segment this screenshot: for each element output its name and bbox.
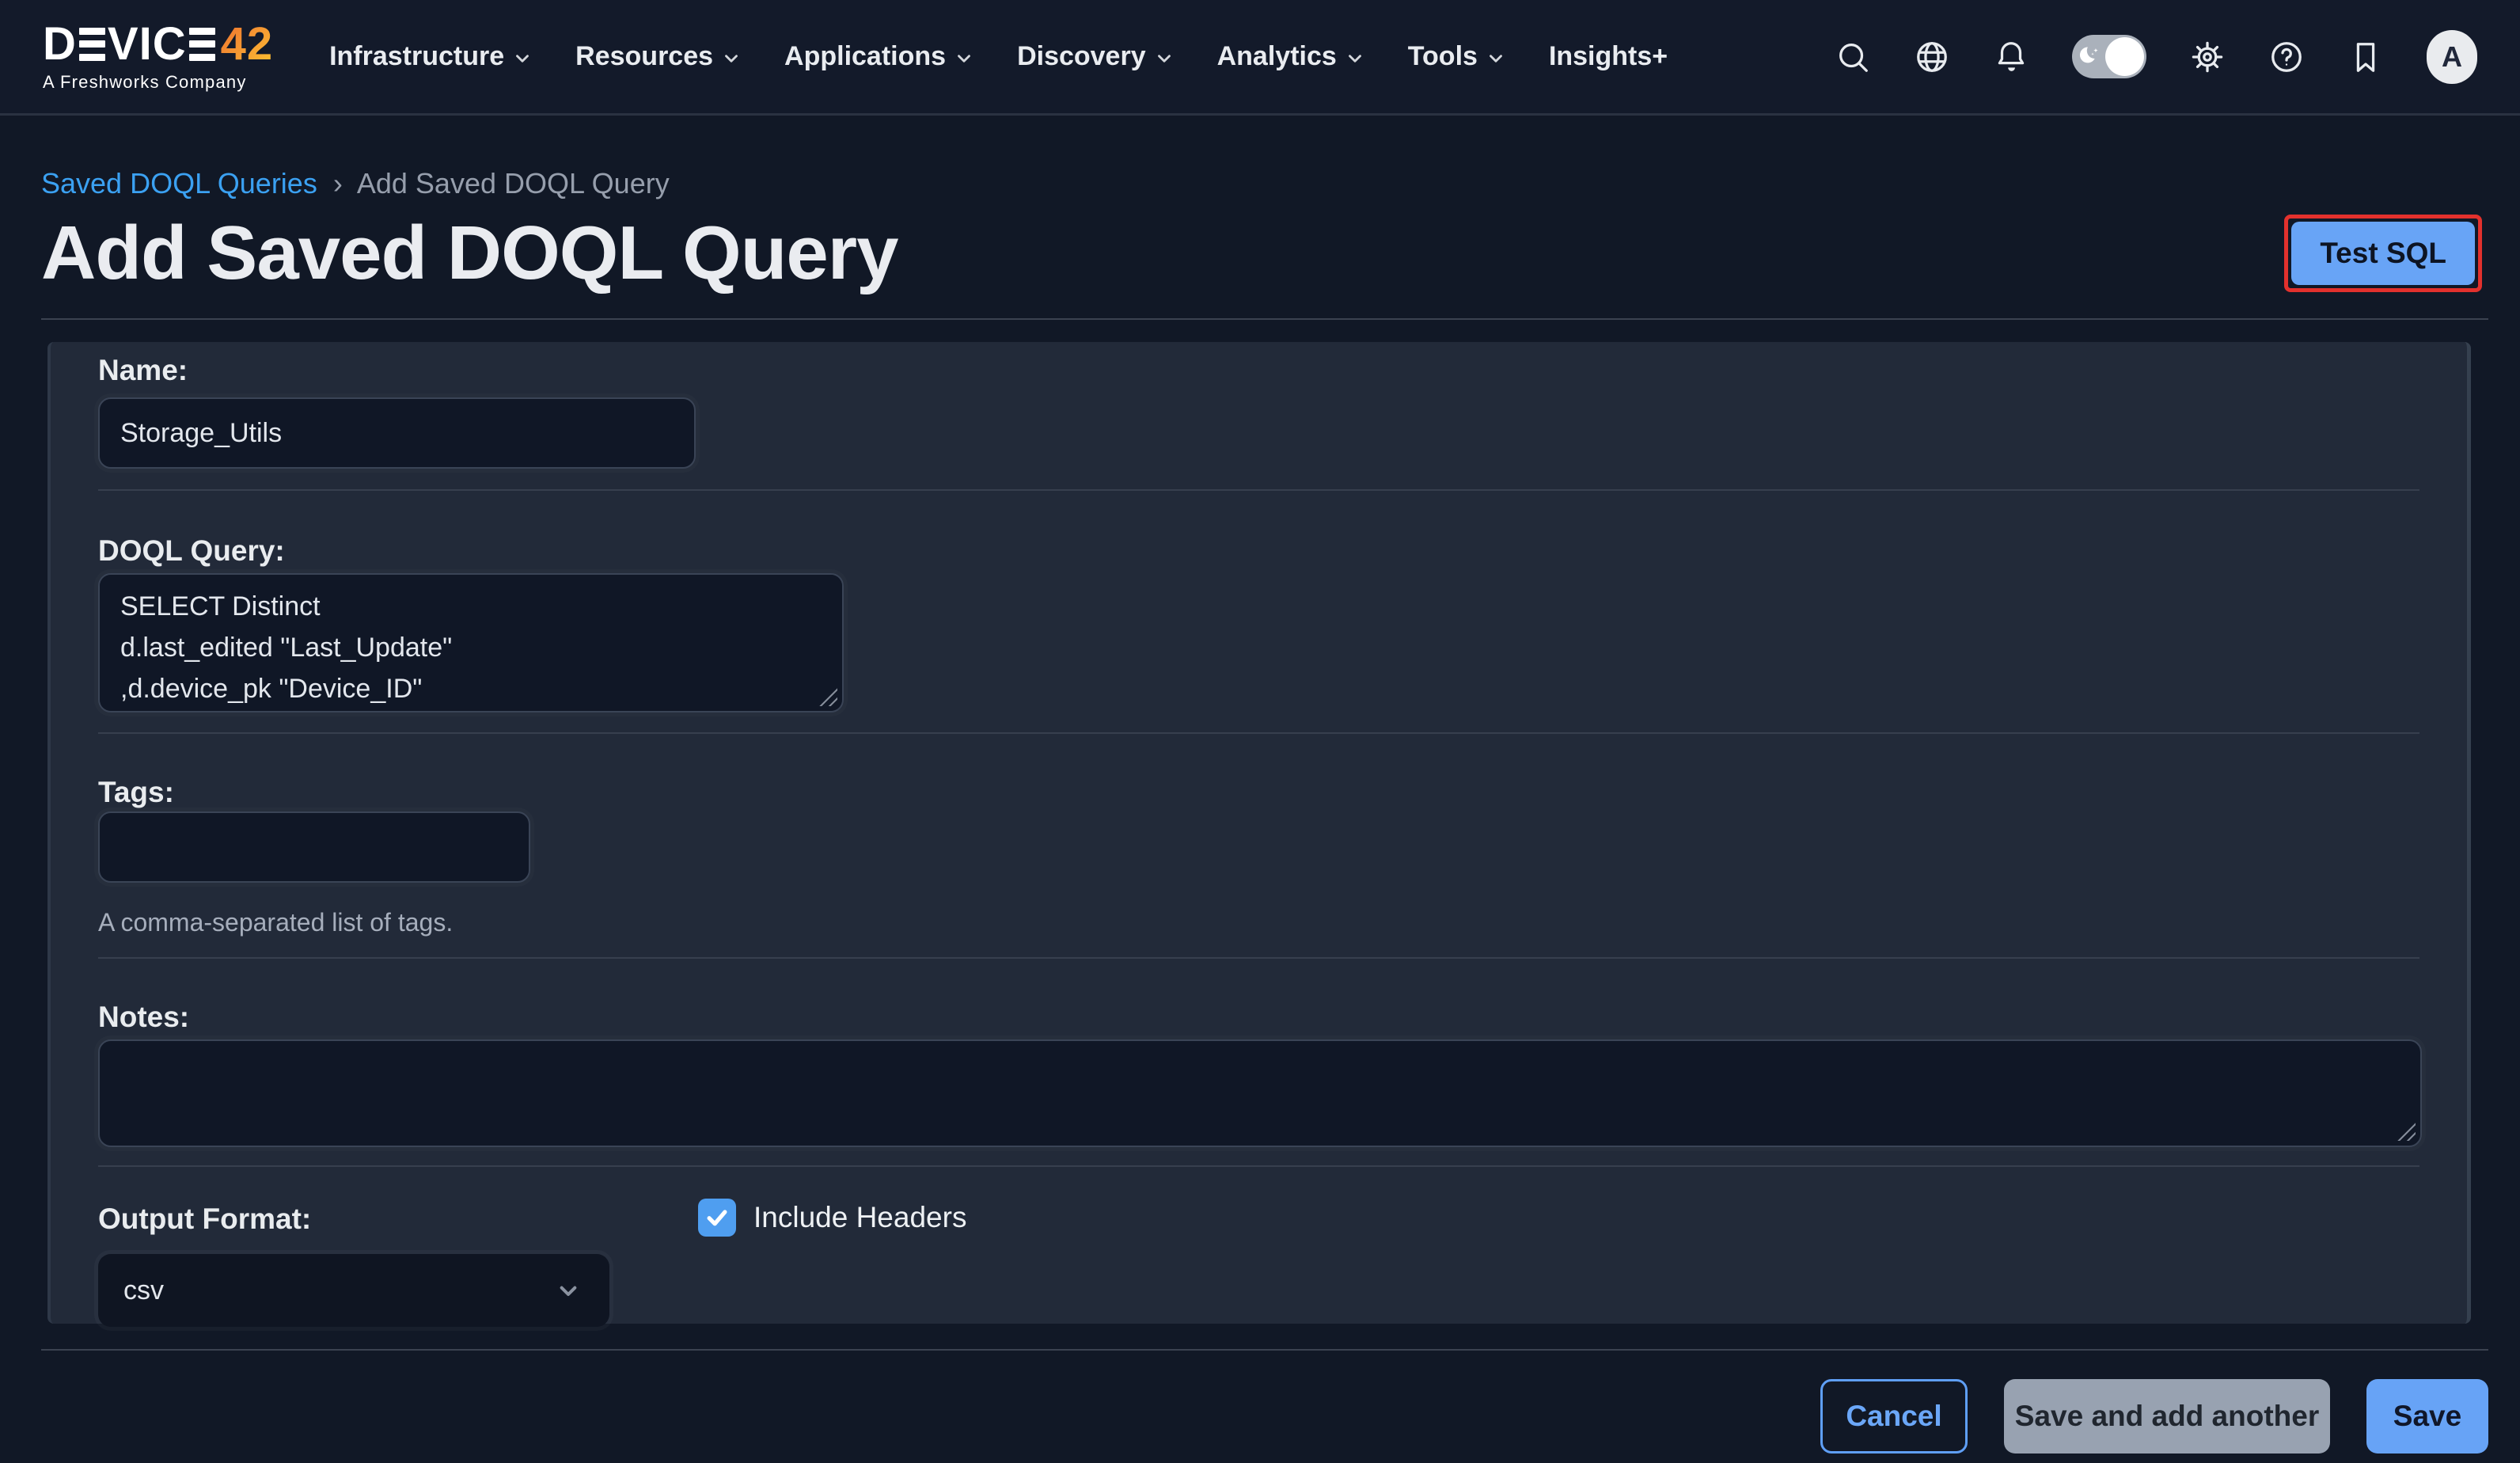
logo-letters-vic: VIC (108, 21, 187, 67)
check-icon (704, 1204, 731, 1231)
tags-section: Tags: A comma-separated list of tags. (98, 775, 2419, 959)
chevron-down-icon (1486, 48, 1506, 69)
help-icon[interactable] (2268, 39, 2305, 75)
avatar[interactable]: A (2427, 30, 2477, 84)
toggle-knob (2105, 37, 2144, 76)
doql-query-section: DOQL Query: SELECT Distinct d.last_edite… (98, 534, 2419, 734)
logo-stylized-e (79, 28, 105, 61)
chevron-down-icon (954, 48, 974, 69)
output-format-section: Output Format: csv Include Headers (98, 1202, 2419, 1327)
tags-label: Tags: (98, 775, 2419, 810)
chevron-down-icon (552, 1275, 584, 1306)
name-input[interactable] (98, 397, 696, 469)
device42-logo[interactable]: D VIC 42 A Freshworks Company (43, 21, 273, 93)
chevron-down-icon (1154, 48, 1175, 69)
chevron-down-icon (721, 48, 742, 69)
breadcrumb-saved-doql-queries-link[interactable]: Saved DOQL Queries (41, 167, 317, 200)
search-icon[interactable] (1835, 39, 1871, 75)
device42-logo-text: D VIC 42 (43, 21, 273, 67)
output-format-value: csv (123, 1275, 164, 1306)
nav-item-discovery[interactable]: Discovery (996, 0, 1196, 115)
notes-textarea[interactable] (98, 1039, 2422, 1147)
page-title: Add Saved DOQL Query (41, 212, 898, 294)
page-header-row: Add Saved DOQL Query Test SQL (41, 212, 2488, 294)
include-headers-label: Include Headers (753, 1201, 966, 1234)
doql-query-label: DOQL Query: (98, 534, 2419, 568)
top-navbar: D VIC 42 A Freshworks Company Infrastructu… (0, 0, 2520, 116)
save-and-add-another-button[interactable]: Save and add another (2004, 1379, 2330, 1454)
notes-label: Notes: (98, 1000, 2419, 1035)
chevron-down-icon (1345, 48, 1365, 69)
nav-item-tools[interactable]: Tools (1387, 0, 1528, 115)
footer-divider (41, 1349, 2488, 1351)
main-menu: Infrastructure Resources Applications Di… (308, 0, 1689, 115)
nav-item-resources[interactable]: Resources (554, 0, 763, 115)
output-format-column: Output Format: csv (98, 1202, 698, 1327)
name-label: Name: (98, 353, 2419, 388)
include-headers-checkbox[interactable] (698, 1199, 736, 1237)
output-format-select[interactable]: csv (98, 1254, 609, 1327)
breadcrumb-separator: › (333, 167, 343, 200)
logo-letter-d: D (43, 21, 77, 67)
gear-icon[interactable] (2189, 39, 2226, 75)
section-divider (98, 1165, 2419, 1167)
test-sql-highlight-annotation: Test SQL (2284, 215, 2482, 292)
navbar-actions: A (1835, 30, 2477, 84)
section-divider (98, 732, 2419, 734)
footer-actions: Cancel Save and add another Save (41, 1379, 2488, 1454)
chevron-down-icon (512, 48, 533, 69)
notes-section: Notes: (98, 1000, 2419, 1167)
main-content: Saved DOQL Queries › Add Saved DOQL Quer… (0, 116, 2520, 1454)
name-section: Name: (98, 353, 2419, 491)
nav-item-infrastructure[interactable]: Infrastructure (308, 0, 554, 115)
globe-icon[interactable] (1914, 39, 1950, 75)
avatar-initial: A (2442, 40, 2462, 74)
save-button[interactable]: Save (2366, 1379, 2488, 1454)
logo-42: 42 (221, 21, 274, 67)
theme-toggle[interactable] (2072, 35, 2146, 78)
include-headers-field: Include Headers (698, 1199, 966, 1237)
tags-input[interactable] (98, 811, 530, 883)
output-format-label: Output Format: (98, 1202, 698, 1237)
breadcrumb-current: Add Saved DOQL Query (357, 167, 670, 200)
logo-stylized-e (189, 28, 215, 61)
nav-item-applications[interactable]: Applications (763, 0, 996, 115)
nav-item-analytics[interactable]: Analytics (1196, 0, 1387, 115)
tags-helper-text: A comma-separated list of tags. (98, 906, 2419, 938)
logo-subtitle: A Freshworks Company (43, 72, 273, 93)
section-divider (98, 489, 2419, 491)
doql-query-textarea[interactable]: SELECT Distinct d.last_edited "Last_Upda… (98, 573, 844, 712)
test-sql-button[interactable]: Test SQL (2291, 222, 2475, 285)
add-saved-doql-query-form: Name: DOQL Query: SELECT Distinct d.last… (47, 342, 2471, 1324)
nav-item-insights[interactable]: Insights+ (1528, 0, 1689, 115)
section-divider (98, 957, 2419, 959)
bell-icon[interactable] (1993, 39, 2029, 75)
cancel-button[interactable]: Cancel (1820, 1379, 1968, 1454)
header-divider (41, 318, 2488, 320)
bookmark-icon[interactable] (2347, 39, 2384, 75)
moon-icon (2078, 44, 2105, 70)
breadcrumb: Saved DOQL Queries › Add Saved DOQL Quer… (41, 166, 2488, 201)
